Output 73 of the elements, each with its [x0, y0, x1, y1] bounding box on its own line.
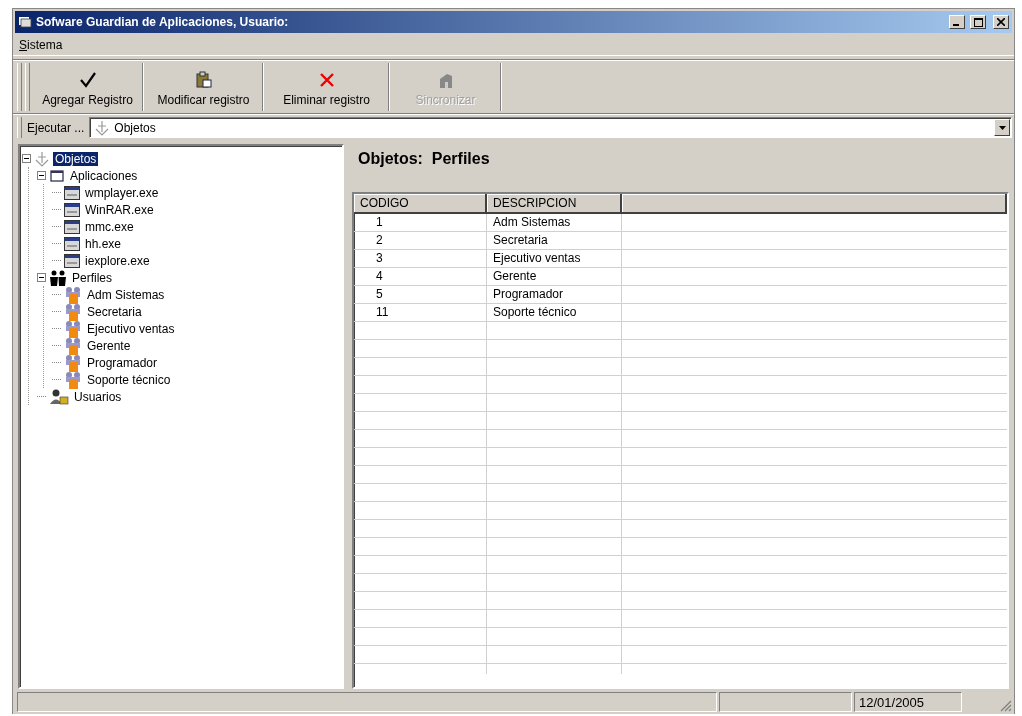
column-header[interactable]: DESCRIPCION	[487, 194, 622, 214]
table-cell-text: 2	[375, 232, 384, 249]
table-cell-text: Programador	[492, 286, 565, 303]
dropdown-button[interactable]	[994, 119, 1010, 136]
tree-item[interactable]: Gerente	[85, 338, 133, 353]
close-button[interactable]	[993, 15, 1009, 29]
tree-item[interactable]: wmplayer.exe	[83, 185, 161, 200]
object-dropdown[interactable]: Objetos	[89, 117, 1012, 138]
group-icon	[64, 370, 82, 389]
tree-item[interactable]: Programador	[85, 355, 160, 370]
tree-item[interactable]: WinRAR.exe	[83, 202, 156, 217]
tree-item[interactable]: iexplore.exe	[83, 253, 152, 268]
table-cell-text: Secretaria	[492, 232, 549, 249]
panel-title: Objetos: Perfiles	[357, 149, 490, 169]
minus-icon	[39, 277, 44, 278]
tree-item[interactable]: hh.exe	[83, 236, 124, 251]
group-icon	[64, 285, 82, 304]
table-cell-text: Adm Sistemas	[492, 214, 572, 231]
table-cell-text: Ejecutivo ventas	[492, 250, 582, 267]
column-header[interactable]: CODIGO	[354, 194, 487, 214]
window-icon	[49, 167, 65, 184]
tree-item[interactable]: Ejecutivo ventas	[85, 321, 177, 336]
column-header[interactable]	[622, 194, 1007, 214]
window-title: Sofware Guardian de Aplicaciones, Usuario:	[36, 15, 290, 29]
toolbar-button[interactable]: Modificar registro	[145, 63, 263, 111]
application-icon	[64, 219, 80, 234]
close-icon	[997, 18, 1005, 26]
status-date: 12/01/2005	[859, 694, 925, 710]
tree-item[interactable]: mmc.exe	[83, 219, 136, 234]
tree-item[interactable]: Aplicaciones	[68, 168, 140, 183]
tree-item[interactable]: Usuarios	[72, 389, 124, 404]
collapse-toggle[interactable]	[22, 154, 31, 163]
execute-label: Ejecutar ...	[26, 119, 86, 137]
table-cell-text: Gerente	[492, 268, 538, 285]
application-icon	[64, 185, 80, 200]
menu-item[interactable]: Sistema	[19, 38, 63, 52]
minus-icon	[39, 175, 44, 176]
app-icon	[18, 16, 32, 28]
group-icon	[64, 302, 82, 321]
minus-icon	[24, 158, 29, 159]
application-icon	[64, 236, 80, 251]
table-cell-text: 3	[375, 250, 384, 267]
table-cell-text: 5	[375, 286, 384, 303]
x-icon	[317, 71, 336, 89]
users-icon	[49, 388, 69, 405]
maximize-button[interactable]	[970, 15, 986, 29]
toolbar-button[interactable]: Agregar Registro	[33, 63, 143, 111]
group-icon	[64, 336, 82, 355]
maximize-icon	[973, 17, 983, 27]
resize-grip-icon[interactable]	[998, 698, 1012, 712]
tree-item[interactable]: Perfiles	[70, 270, 114, 285]
tree-item[interactable]: Objetos	[53, 151, 99, 166]
clipboard-icon	[194, 71, 213, 89]
group-icon	[64, 319, 82, 338]
tree-item[interactable]: Adm Sistemas	[85, 287, 167, 302]
anchor-icon	[94, 119, 111, 136]
people-icon	[49, 269, 67, 286]
anchor-icon	[34, 150, 50, 167]
minimize-button[interactable]	[949, 15, 965, 29]
collapse-toggle[interactable]	[37, 273, 46, 282]
group-icon	[64, 353, 82, 372]
collapse-toggle[interactable]	[37, 171, 46, 180]
application-icon	[64, 202, 80, 217]
checkmark-icon	[78, 71, 97, 89]
table-cell-text: Soporte técnico	[492, 304, 578, 321]
table-cell-text: 1	[375, 214, 384, 231]
table-cell-text: 4	[375, 268, 384, 285]
toolbar-button[interactable]: Eliminar registro	[265, 63, 389, 111]
table-cell-text: 11	[375, 304, 390, 321]
tree-item[interactable]: Secretaria	[85, 304, 144, 319]
caret-icon	[998, 125, 1006, 130]
tree-item[interactable]: Soporte técnico	[85, 372, 173, 387]
application-icon	[64, 253, 80, 268]
